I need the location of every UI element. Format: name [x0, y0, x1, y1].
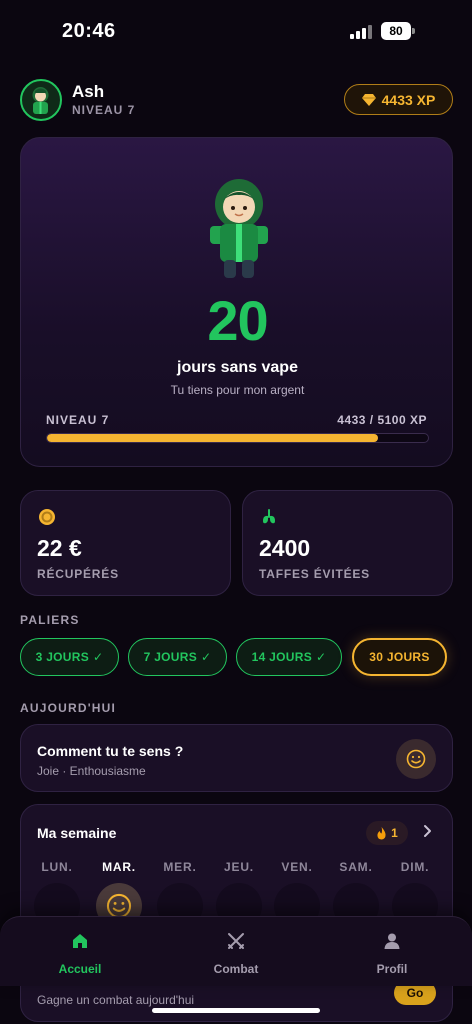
- status-time: 20:46: [62, 20, 116, 42]
- nav-item-profile[interactable]: Profil: [332, 917, 452, 987]
- nav-item-home[interactable]: Accueil: [20, 917, 140, 987]
- stat-label: RÉCUPÉRÉS: [37, 567, 119, 581]
- day-label-thu: JEU.: [224, 860, 254, 874]
- check-icon: ✓: [93, 650, 104, 664]
- milestone-3-days[interactable]: 3 JOURS ✓: [20, 638, 119, 676]
- streak-badge: 1: [366, 821, 408, 845]
- combat-subtitle: Gagne un combat aujourd'hui: [37, 993, 195, 1007]
- milestone-label: 30 JOURS: [369, 650, 430, 664]
- day-label-tue: MAR.: [102, 860, 136, 874]
- battery-tip: [412, 28, 415, 34]
- lungs-icon: [263, 509, 275, 524]
- home-indicator[interactable]: [152, 1008, 320, 1013]
- milestone-label: 14 JOURS: [251, 650, 313, 664]
- day-label-sun: DIM.: [400, 860, 430, 874]
- hero-subtitle: Tu tiens pour mon argent: [170, 383, 305, 397]
- feeling-button[interactable]: [396, 739, 436, 779]
- battery-icon: 80: [381, 22, 411, 40]
- check-icon: ✓: [201, 650, 212, 664]
- nav-label: Accueil: [58, 962, 102, 976]
- avatar[interactable]: [20, 79, 62, 121]
- level-progress-fill: [47, 434, 379, 442]
- signal-icon: [350, 25, 374, 39]
- user-name: Ash: [72, 82, 105, 101]
- xp-badge[interactable]: 4433 XP: [344, 84, 453, 115]
- day-label-sat: SAM.: [339, 860, 373, 874]
- chevron-right-icon[interactable]: [420, 824, 434, 838]
- feeling-card[interactable]: Comment tu te sens ? Joie · Enthousiasme: [20, 724, 453, 792]
- status-bar: 20:46 80: [0, 0, 472, 64]
- week-title: Ma semaine: [37, 825, 117, 841]
- smiley-icon: [406, 749, 426, 769]
- user-level: NIVEAU 7: [72, 103, 136, 117]
- days-label: jours sans vape: [177, 359, 298, 376]
- today-title: AUJOURD'HUI: [20, 701, 117, 715]
- stat-card-puffs[interactable]: 2400 TAFFES ÉVITÉES: [242, 490, 453, 596]
- milestone-label: 3 JOURS: [35, 650, 90, 664]
- day-label-wed: MER.: [163, 860, 197, 874]
- streak-count: 1: [391, 826, 398, 840]
- level-label: NIVEAU 7: [46, 413, 110, 427]
- milestones-title: PALIERS: [20, 613, 80, 627]
- days-counter: 20: [207, 289, 268, 352]
- hero-card: 20 jours sans vape Tu tiens pour mon arg…: [20, 137, 453, 467]
- check-icon: ✓: [316, 650, 327, 664]
- home-icon: [73, 934, 87, 948]
- milestone-label: 7 JOURS: [143, 650, 198, 664]
- level-progress-bar: [46, 433, 429, 443]
- person-icon: [384, 933, 400, 949]
- nav-label: Combat: [213, 962, 259, 976]
- stat-label: TAFFES ÉVITÉES: [259, 567, 370, 581]
- coin-icon: [39, 509, 55, 525]
- bottom-nav: Accueil Combat Profil: [0, 916, 472, 986]
- feeling-subtitle: Joie · Enthousiasme: [37, 764, 146, 778]
- stat-card-money[interactable]: 22 € RÉCUPÉRÉS: [20, 490, 231, 596]
- swords-icon: [228, 933, 244, 949]
- gem-icon: [361, 93, 376, 106]
- day-label-fri: VEN.: [281, 860, 313, 874]
- mascot-illustration: [210, 179, 268, 278]
- milestone-7-days[interactable]: 7 JOURS ✓: [128, 638, 227, 676]
- nav-label: Profil: [376, 962, 408, 976]
- xp-value: 4433 XP: [381, 91, 436, 108]
- milestone-14-days[interactable]: 14 JOURS ✓: [236, 638, 342, 676]
- feeling-title: Comment tu te sens ?: [37, 743, 184, 759]
- nav-item-combat[interactable]: Combat: [176, 917, 296, 987]
- stat-value: 2400: [259, 535, 311, 561]
- flame-icon: [377, 826, 386, 839]
- stat-value: 22 €: [37, 535, 82, 561]
- milestone-30-days[interactable]: 30 JOURS: [352, 638, 447, 676]
- day-label-mon: LUN.: [41, 860, 73, 874]
- xp-progress-label: 4433 / 5100 XP: [337, 413, 427, 427]
